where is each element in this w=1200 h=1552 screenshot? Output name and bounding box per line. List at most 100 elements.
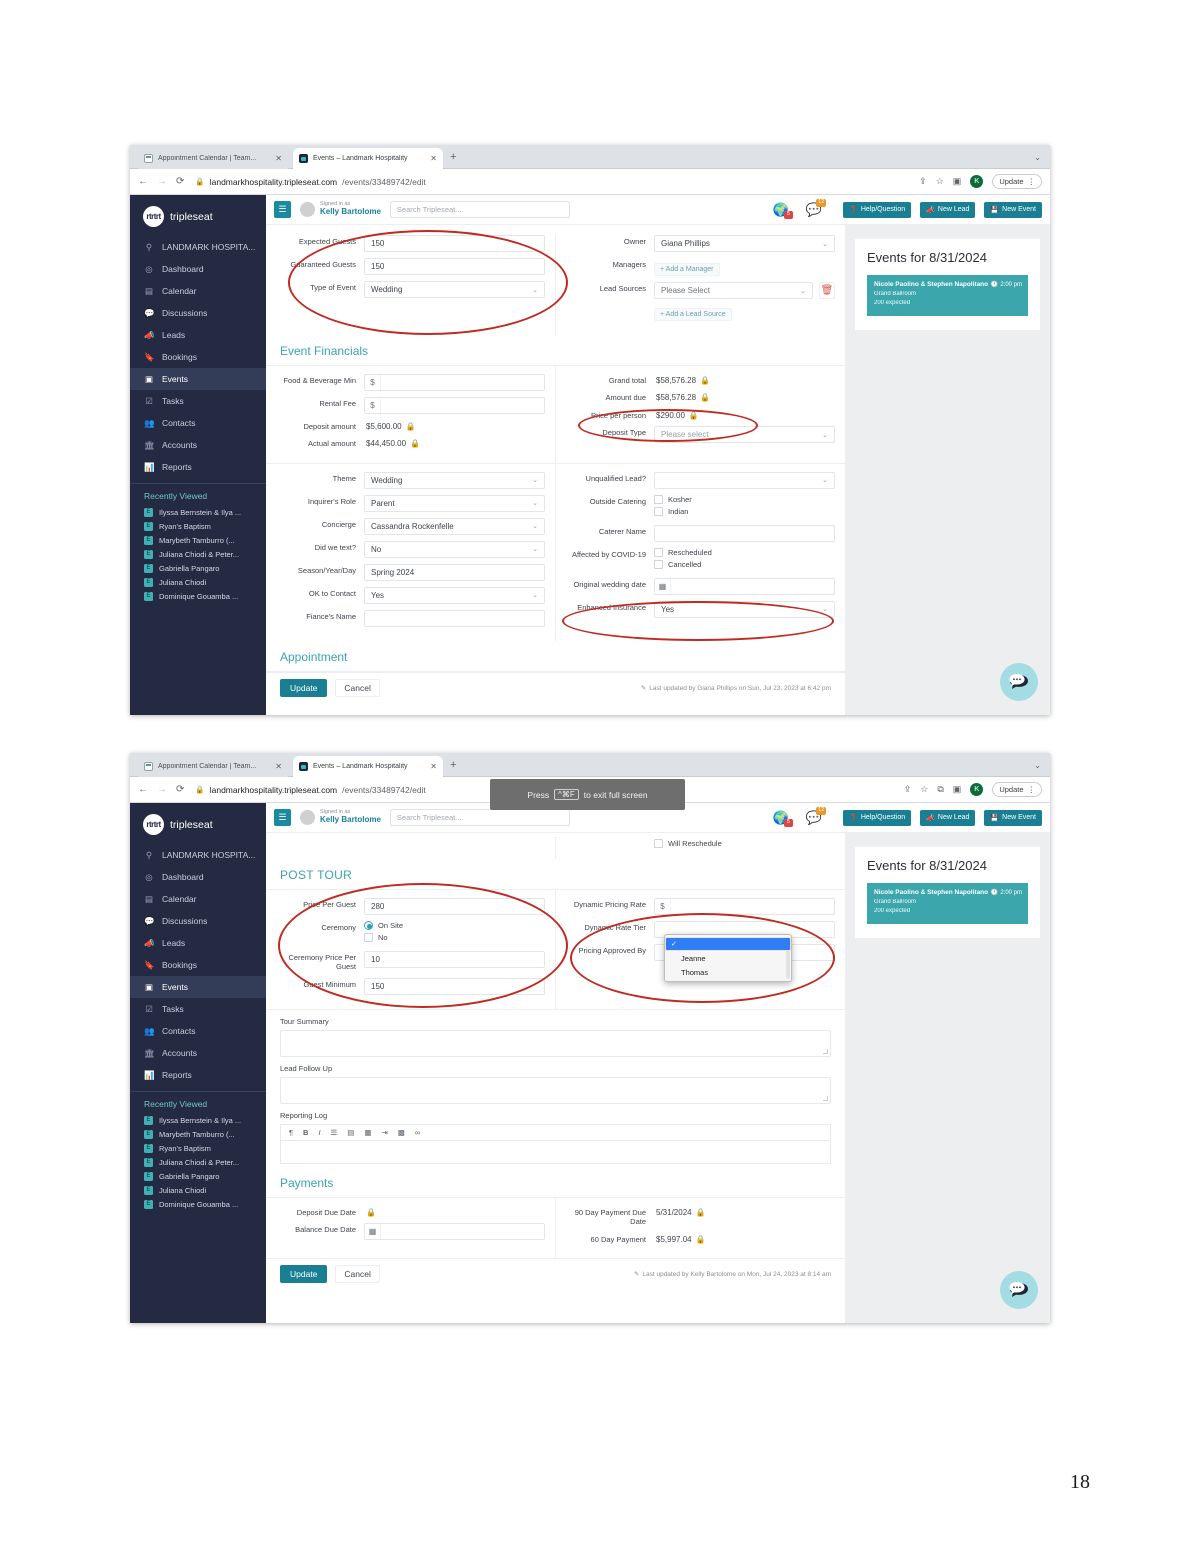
sidebar-item-calendar[interactable]: ▤ Calendar [130, 280, 266, 302]
expected-guests-input[interactable]: 150 [364, 235, 545, 252]
messages-icon[interactable]: 💬 12 [806, 199, 827, 216]
sidebar-item-dashboard[interactable]: ◎ Dashboard [130, 866, 266, 888]
hamburger-menu-icon[interactable]: ☰ [274, 809, 291, 826]
help-question-button[interactable]: ❓ Help/Question [843, 809, 912, 826]
extensions-icon[interactable]: ⧉ [937, 784, 943, 795]
caterer-name-input[interactable] [654, 524, 835, 542]
forward-icon[interactable]: → [157, 176, 167, 187]
close-icon[interactable]: ✕ [275, 762, 282, 771]
sidebar-item-tasks[interactable]: ☑ Tasks [130, 998, 266, 1020]
bookmark-star-icon[interactable]: ☆ [920, 784, 928, 795]
share-icon[interactable]: ⇪ [904, 784, 912, 795]
sidebar-item-reports[interactable]: 📊 Reports [130, 456, 266, 478]
sidebar-item-discussions[interactable]: 💬 Discussions [130, 910, 266, 932]
checkbox-rescheduled[interactable]: Rescheduled [654, 547, 835, 557]
dropdown-option-thomas[interactable]: Thomas [665, 965, 791, 979]
list-item[interactable]: E Dominique Gouamba ... [130, 589, 266, 603]
link-icon[interactable]: ∞ [415, 1128, 420, 1137]
sidebar-item-bookings[interactable]: 🔖 Bookings [130, 954, 266, 976]
reload-icon[interactable]: ⟳ [176, 784, 184, 795]
list-item[interactable]: E Juliana Chiodi [130, 575, 266, 589]
owner-select[interactable]: Giana Phillips ⌄ [654, 235, 835, 252]
support-chat-button[interactable] [1000, 1271, 1038, 1309]
checkbox-kosher[interactable]: Kosher [654, 494, 835, 504]
forward-icon[interactable]: → [157, 784, 167, 795]
add-manager-link[interactable]: + Add a Manager [654, 263, 720, 276]
type-of-event-select[interactable]: Wedding ⌄ [364, 281, 545, 298]
sidebar-item-leads[interactable]: 📣 Leads [130, 932, 266, 954]
kebab-menu-icon[interactable]: ⋮ [1028, 177, 1036, 186]
balance-due-date-input[interactable]: ▦ [364, 1223, 545, 1241]
close-icon[interactable]: ✕ [430, 762, 437, 771]
new-tab-button[interactable]: + [450, 759, 456, 771]
new-lead-button[interactable]: 📣 New Lead [920, 809, 976, 826]
list-item[interactable]: E Juliana Chiodi [130, 1183, 266, 1197]
pricing-approved-by-dropdown-menu[interactable]: Jeanne Thomas [664, 934, 792, 982]
brand-logo[interactable]: rtrtrt tripleseat [130, 199, 266, 236]
chevron-down-icon[interactable]: ⌄ [1034, 761, 1041, 770]
cancel-button[interactable]: Cancel [335, 1265, 380, 1284]
tour-summary-textarea[interactable] [280, 1029, 831, 1057]
new-tab-button[interactable]: + [450, 151, 456, 163]
sidebar-item-accounts[interactable]: 🏛 Accounts [130, 1042, 266, 1064]
chrome-update-button[interactable]: Update ⋮ [992, 782, 1042, 797]
profile-avatar[interactable]: K [970, 175, 984, 188]
inquirers-role-select[interactable]: Parent ⌄ [364, 494, 545, 512]
checkbox-cancelled[interactable]: Cancelled [654, 559, 835, 569]
back-icon[interactable]: ← [138, 176, 148, 187]
bullet-list-icon[interactable]: ☰ [331, 1128, 338, 1137]
radio-on-site[interactable]: On Site [364, 921, 545, 930]
season-year-day-input[interactable]: Spring 2024 [364, 563, 545, 581]
list-item[interactable]: E Ryan's Baptism [130, 1141, 266, 1155]
ceremony-price-input[interactable]: 10 [364, 951, 545, 968]
browser-tab-events[interactable]: Events – Landmark Hospitality ✕ [293, 148, 443, 169]
sidebar-item-events[interactable]: ▣ Events [130, 368, 266, 390]
reload-icon[interactable]: ⟳ [176, 176, 184, 187]
radio-no[interactable]: No [364, 933, 545, 942]
sidebar-item-bookings[interactable]: 🔖 Bookings [130, 346, 266, 368]
browser-tab-appointment-calendar[interactable]: Appointment Calendar | Team... ✕ [138, 148, 288, 169]
event-block[interactable]: 🕐 2:00 pm Nicole Paolino & Stephen Napoli… [867, 883, 1028, 924]
new-event-button[interactable]: 💾 New Event [984, 201, 1042, 218]
list-item[interactable]: E Ryan's Baptism [130, 519, 266, 533]
list-item[interactable]: E Ilyssa Bernstein & Ilya ... [130, 1113, 266, 1127]
update-button[interactable]: Update [280, 1265, 328, 1284]
sidebar-item-accounts[interactable]: 🏛 Accounts [130, 434, 266, 456]
signed-in-user[interactable]: Signed in as Kelly Bartolome [300, 202, 381, 217]
browser-tab-appointment-calendar[interactable]: Appointment Calendar | Team... ✕ [138, 756, 288, 777]
paragraph-icon[interactable]: ¶ [289, 1128, 293, 1137]
dropdown-option-blank[interactable] [665, 937, 791, 951]
original-wedding-date-input[interactable]: ▦ [654, 577, 835, 595]
checkbox-indian[interactable]: Indian [654, 506, 835, 516]
list-item[interactable]: E Marybeth Tamburro (... [130, 533, 266, 547]
unqualified-lead-select[interactable]: ⌄ [654, 471, 835, 489]
messages-icon[interactable]: 💬 12 [806, 807, 827, 824]
fiances-name-input[interactable] [364, 609, 545, 627]
rental-fee-input[interactable]: $ [364, 397, 545, 414]
price-per-guest-input[interactable]: 280 [364, 898, 545, 915]
close-icon[interactable]: ✕ [430, 154, 437, 163]
list-item[interactable]: E Ilyssa Bernstein & Ilya ... [130, 505, 266, 519]
concierge-select[interactable]: Cassandra Rockenfelle ⌄ [364, 517, 545, 535]
signed-in-user[interactable]: Signed in as Kelly Bartolome [300, 810, 381, 825]
bookmark-star-icon[interactable]: ☆ [936, 176, 944, 187]
sidebar-item-venue[interactable]: ⚲ LANDMARK HOSPITA... [130, 236, 266, 258]
new-lead-button[interactable]: 📣 New Lead [920, 201, 976, 218]
lead-source-select[interactable]: Please Select ⌄ [654, 282, 813, 299]
cancel-button[interactable]: Cancel [335, 679, 380, 698]
guest-minimum-input[interactable]: 150 [364, 977, 545, 995]
align-left-icon[interactable]: ▤ [347, 1128, 354, 1137]
enhanced-insurance-select[interactable]: Yes ⌄ [654, 600, 835, 618]
help-question-button[interactable]: ❓ Help/Question [843, 201, 912, 218]
new-event-button[interactable]: 💾 New Event [984, 809, 1042, 826]
sidebar-item-contacts[interactable]: 👥 Contacts [130, 1020, 266, 1042]
sidebar-item-leads[interactable]: 📣 Leads [130, 324, 266, 346]
list-item[interactable]: E Juliana Chiodi & Peter... [130, 1155, 266, 1169]
search-input[interactable]: Search Tripleseat... [389, 809, 570, 826]
indent-icon[interactable]: ⇥ [381, 1128, 387, 1137]
list-item[interactable]: E Gabriella Pangaro [130, 561, 266, 575]
hamburger-menu-icon[interactable]: ☰ [274, 201, 291, 218]
deposit-type-select[interactable]: Please select ⌄ [654, 426, 835, 444]
sidebar-item-calendar[interactable]: ▤ Calendar [130, 888, 266, 910]
theme-select[interactable]: Wedding ⌄ [364, 471, 545, 489]
